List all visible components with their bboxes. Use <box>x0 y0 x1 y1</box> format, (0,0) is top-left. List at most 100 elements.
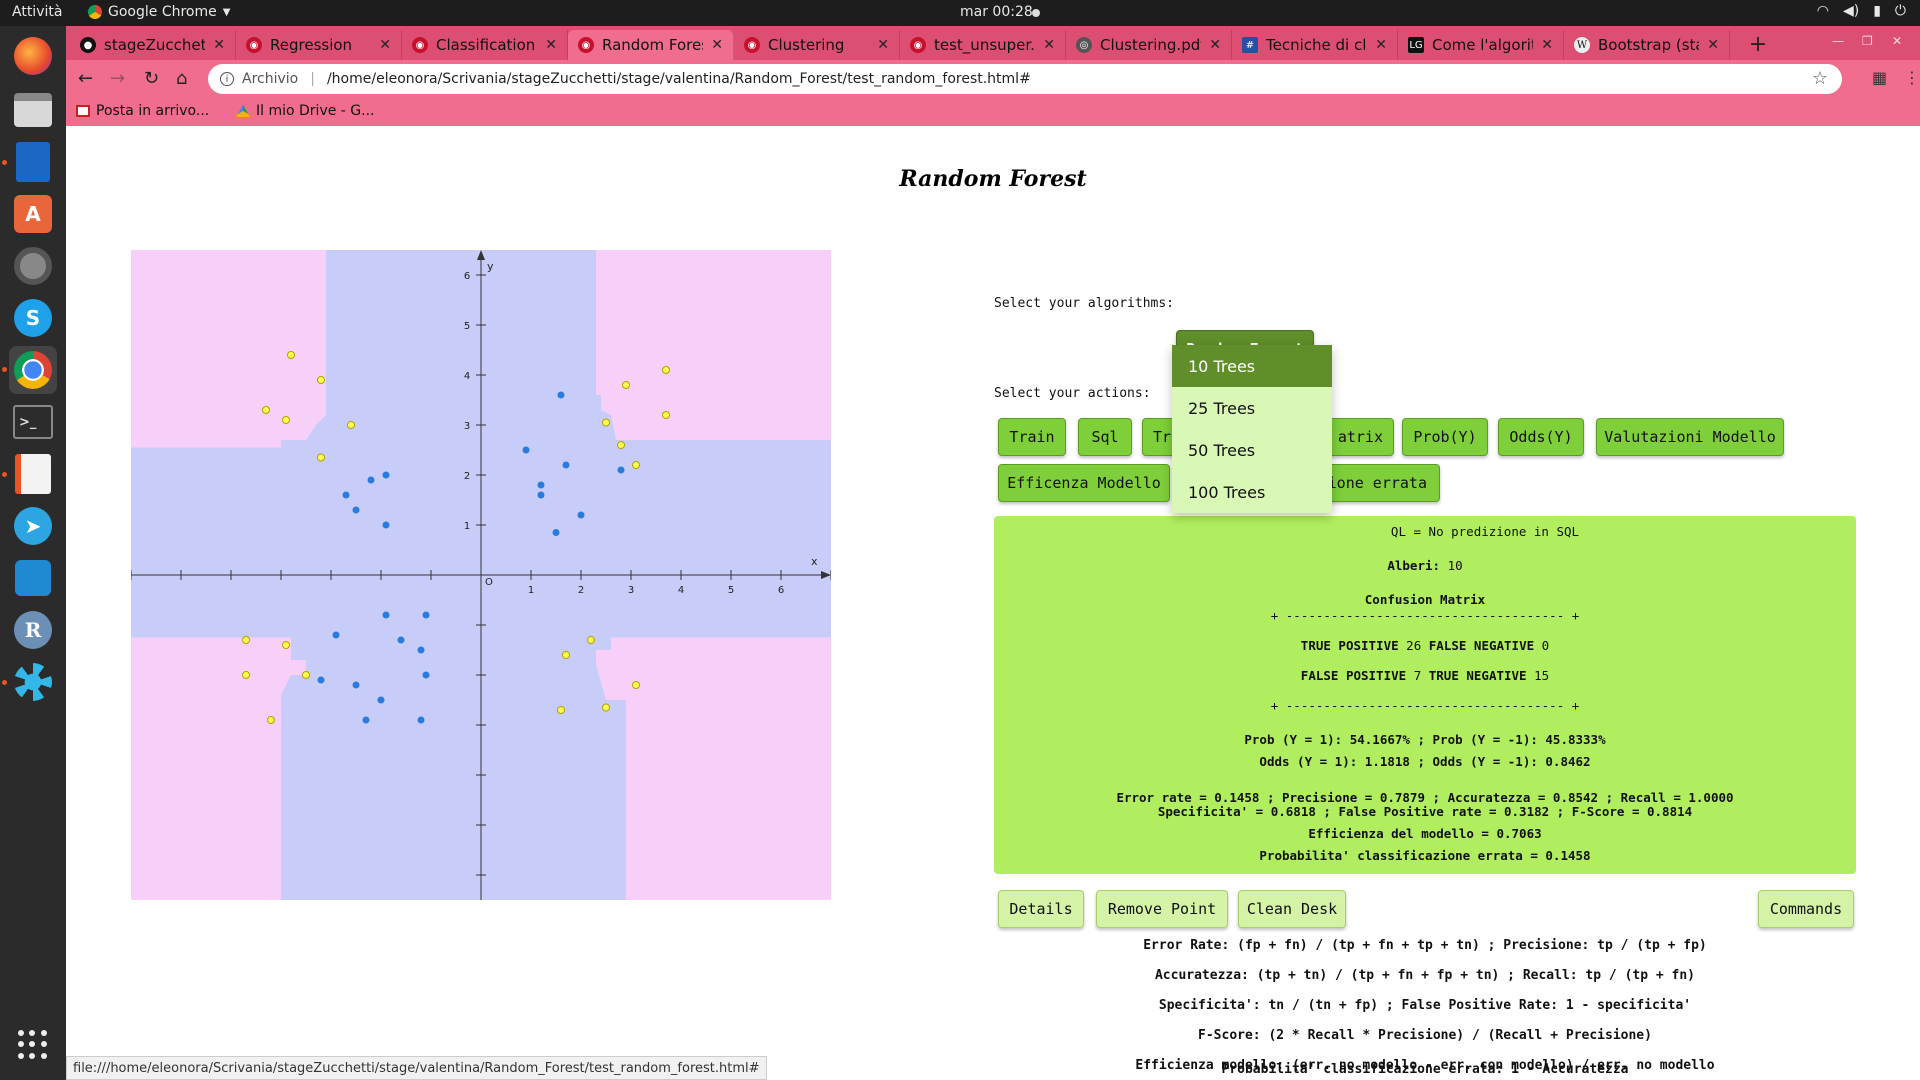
extension-icon[interactable]: ▦ <box>1872 68 1887 87</box>
details-button[interactable]: Details <box>998 890 1084 928</box>
app-menu-label: Google Chrome <box>108 4 217 20</box>
tab-tecniche[interactable]: # Tecniche di clu ✕ <box>1232 30 1398 60</box>
dropdown-item-25-trees[interactable]: 25 Trees <box>1172 387 1332 429</box>
yellow-point <box>632 461 640 469</box>
dropdown-item-100-trees[interactable]: 100 Trees <box>1172 471 1332 513</box>
info-icon[interactable]: i <box>220 72 234 86</box>
close-icon[interactable]: ✕ <box>1707 37 1719 53</box>
notes-icon[interactable] <box>9 450 57 498</box>
snap-icon[interactable] <box>9 658 57 706</box>
metrics-line-1: Error rate = 0.1458 ; Precisione = 0.787… <box>1116 790 1734 805</box>
show-applications-icon[interactable] <box>18 1030 48 1060</box>
confusion-matrix-border-top: + ------------------------------------- … <box>1270 608 1580 623</box>
close-icon[interactable]: ✕ <box>1375 37 1387 53</box>
telegram-icon[interactable]: ➤ <box>9 502 57 550</box>
close-icon[interactable]: ✕ <box>213 37 225 53</box>
gmail-icon <box>76 105 90 117</box>
prob-line: Prob (Y = 1): 54.1667% ; Prob (Y = -1): … <box>1244 732 1606 747</box>
close-icon[interactable]: ✕ <box>1541 37 1553 53</box>
commands-button[interactable]: Commands <box>1758 890 1854 928</box>
address-scheme: Archivio <box>242 71 299 87</box>
odds-button[interactable]: Odds(Y) <box>1498 418 1584 456</box>
reload-icon[interactable]: ↻ <box>144 68 159 89</box>
chrome-icon[interactable] <box>9 346 57 394</box>
tab-test-unsuper[interactable]: ◉ test_unsuper.html ✕ <box>900 30 1066 60</box>
yellow-point <box>562 651 570 659</box>
firefox-icon[interactable] <box>9 32 57 80</box>
close-icon[interactable]: ✕ <box>711 37 723 53</box>
formula-line-1: Error Rate: (fp + fn) / (tp + fn + tp + … <box>1143 938 1707 953</box>
tab-come-algoritmo[interactable]: LG Come l'algoritmo ✕ <box>1398 30 1564 60</box>
forward-icon[interactable]: → <box>110 68 125 89</box>
close-icon[interactable]: ✕ <box>877 37 889 53</box>
skype-icon[interactable]: S <box>9 294 57 342</box>
yellow-point <box>242 671 250 679</box>
address-bar[interactable]: i Archivio | /home/eleonora/Scrivania/st… <box>208 64 1842 94</box>
blue-point <box>562 461 570 469</box>
y-tick-label: 6 <box>464 271 470 282</box>
settings-icon[interactable] <box>9 242 57 290</box>
tab-regression[interactable]: ◉ Regression ✕ <box>236 30 402 60</box>
terminal-icon[interactable]: >_ <box>9 398 57 446</box>
x-tick-label: 1 <box>528 585 534 596</box>
blue-point <box>552 529 560 536</box>
r-icon[interactable]: R <box>9 606 57 654</box>
tab-random-forest[interactable]: ◉ Random Forest ✕ <box>568 30 734 60</box>
tab-classification[interactable]: ◉ Classification ✕ <box>402 30 568 60</box>
notification-dot-icon <box>1032 9 1040 17</box>
close-icon[interactable]: ✕ <box>1209 37 1221 53</box>
close-icon[interactable]: ✕ <box>379 37 391 53</box>
close-icon[interactable]: ✕ <box>1043 37 1055 53</box>
trees-dropdown[interactable]: 10 Trees 25 Trees 50 Trees 100 Trees <box>1172 345 1332 513</box>
train-button[interactable]: Train <box>998 418 1066 456</box>
x-tick-label: 3 <box>628 585 634 596</box>
x-tick-label: 5 <box>728 585 734 596</box>
x-tick-label: 6 <box>778 585 784 596</box>
wikipedia-icon: W <box>1574 37 1590 53</box>
close-icon[interactable]: ✕ <box>545 37 557 53</box>
y-tick-label: 2 <box>464 471 470 482</box>
bookmark-posta[interactable]: Posta in arrivo... <box>76 103 209 119</box>
system-tray[interactable]: ◠ ◀) ▮ ⏻ <box>1817 3 1906 19</box>
dropdown-item-50-trees[interactable]: 50 Trees <box>1172 429 1332 471</box>
clock[interactable]: mar 00:28 <box>960 4 1033 20</box>
yellow-point <box>282 641 290 649</box>
software-icon[interactable]: A <box>9 190 57 238</box>
address-url[interactable]: /home/eleonora/Scrivania/stageZucchetti/… <box>327 71 1031 87</box>
blue-point <box>417 716 425 724</box>
dropdown-item-10-trees[interactable]: 10 Trees <box>1172 345 1332 387</box>
yellow-point <box>557 706 565 714</box>
valutazioni-modello-button[interactable]: Valutazioni Modello <box>1596 418 1784 456</box>
system-top-bar: Attività Google Chrome ▼ mar 00:28 ◠ ◀) … <box>0 0 1920 26</box>
remove-point-button[interactable]: Remove Point <box>1096 890 1228 928</box>
writer-icon[interactable] <box>9 138 57 186</box>
minimize-icon[interactable]: — <box>1832 34 1844 48</box>
tab-clustering[interactable]: ◉ Clustering ✕ <box>734 30 900 60</box>
efficenza-modello-button[interactable]: Efficenza Modello <box>998 464 1170 502</box>
select-actions-label: Select your actions: <box>994 386 1151 401</box>
close-window-icon[interactable]: ✕ <box>1892 34 1902 48</box>
decision-boundary-plot[interactable]: 1 2 3 4 5 6 1 2 3 4 5 6 Ox y <box>131 250 831 900</box>
sql-button[interactable]: Sql <box>1078 418 1132 456</box>
tab-bootstrap[interactable]: W Bootstrap (statistica) ✕ <box>1564 30 1730 60</box>
menu-icon[interactable]: ⋮ <box>1904 68 1920 87</box>
yellow-point <box>632 681 640 689</box>
clean-desk-button[interactable]: Clean Desk <box>1238 890 1346 928</box>
tab-stagezucchetti[interactable]: ● stageZucchetti ✕ <box>70 30 236 60</box>
yellow-point <box>622 381 630 389</box>
bookmark-drive[interactable]: Il mio Drive - G... <box>236 103 375 119</box>
maximize-icon[interactable]: ❐ <box>1862 34 1873 48</box>
tab-clustering-pdf[interactable]: ◎ Clustering.pdf ✕ <box>1066 30 1232 60</box>
app-menu[interactable]: Google Chrome ▼ <box>88 4 230 20</box>
vscode-icon[interactable] <box>9 554 57 602</box>
bookmark-star-icon[interactable]: ☆ <box>1812 68 1828 89</box>
chrome-window: ● stageZucchetti ✕ ◉ Regression ✕ ◉ Clas… <box>66 26 1920 1080</box>
new-tab-button[interactable]: + <box>1746 32 1770 57</box>
probabilita-errata-button[interactable]: ione errata <box>1320 464 1440 502</box>
activities-button[interactable]: Attività <box>12 4 62 20</box>
files-icon[interactable] <box>9 86 57 134</box>
prob-button[interactable]: Prob(Y) <box>1402 418 1488 456</box>
yellow-point <box>602 418 610 427</box>
back-icon[interactable]: ← <box>78 68 93 89</box>
home-icon[interactable]: ⌂ <box>176 68 187 89</box>
